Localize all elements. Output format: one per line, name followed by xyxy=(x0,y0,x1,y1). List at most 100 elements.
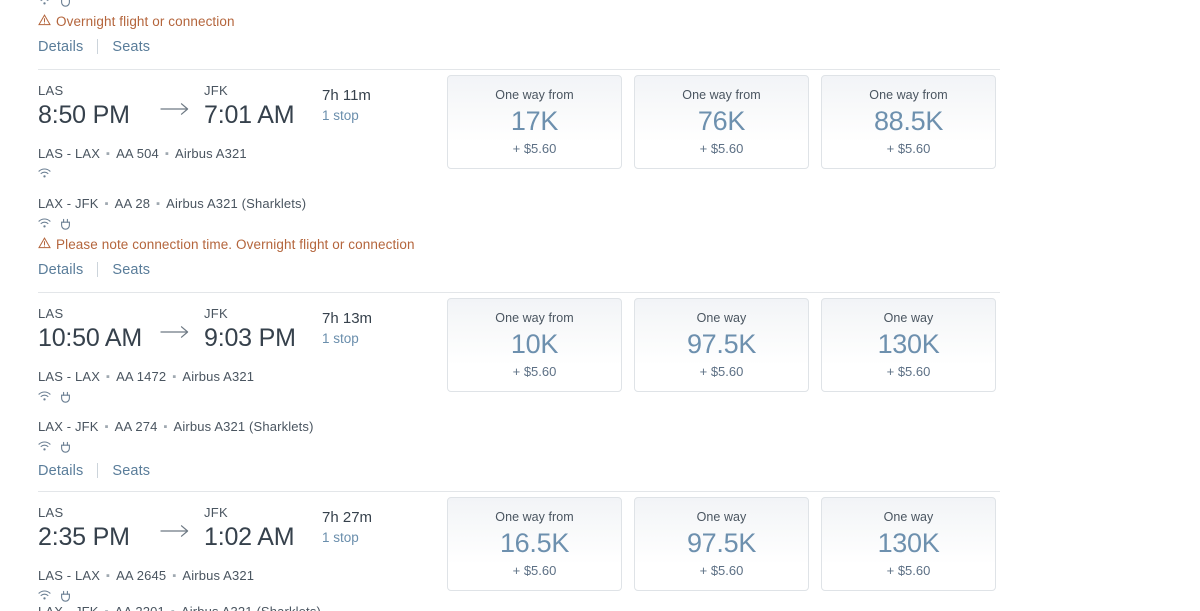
fare-card[interactable]: One way 130K + $5.60 xyxy=(821,298,996,392)
seats-link[interactable]: Seats xyxy=(112,262,150,278)
segment-flight-number: AA 504 xyxy=(116,146,159,161)
duration-info: 7h 27m 1 stop xyxy=(322,504,442,547)
power-outlet-icon xyxy=(60,441,71,453)
overnight-warning-top: Overnight flight or connection xyxy=(0,10,1010,32)
stops-count[interactable]: 1 stop xyxy=(322,528,442,547)
link-divider xyxy=(97,463,99,478)
fare-fee: + $5.60 xyxy=(512,562,557,578)
segment-route: LAX - JFK xyxy=(38,196,99,211)
stops-count[interactable]: 1 stop xyxy=(322,329,442,348)
fare-card[interactable]: One way 97.5K + $5.60 xyxy=(634,298,809,392)
departure-airport-code: LAS xyxy=(38,505,64,520)
fare-fee: + $5.60 xyxy=(699,140,744,156)
fare-card[interactable]: One way from 17K + $5.60 xyxy=(447,75,622,169)
fare-amount: 97.5K xyxy=(686,527,757,558)
flight-option: LAS 8:50 PM JFK 7:01 AM 7h 11m 1 stop On… xyxy=(0,70,1010,293)
fare-card[interactable]: One way from 16.5K + $5.60 xyxy=(447,497,622,591)
flight-duration: 7h 11m xyxy=(322,87,371,104)
partial-amenities-row-top xyxy=(0,0,1010,10)
duration-info: 7h 11m 1 stop xyxy=(322,82,442,125)
amenity-row xyxy=(0,0,71,10)
fare-label: One way from xyxy=(495,509,574,524)
fare-fee: + $5.60 xyxy=(699,562,744,578)
wifi-icon xyxy=(38,441,51,452)
separator-dot: ▪ xyxy=(156,197,161,210)
arrival-airport-code: JFK xyxy=(204,505,229,520)
separator-dot: ▪ xyxy=(164,147,169,160)
separator-dot: ▪ xyxy=(163,420,168,433)
details-link[interactable]: Details xyxy=(38,262,83,278)
warning-triangle-icon xyxy=(38,236,51,252)
itinerary-row: LAS 8:50 PM JFK 7:01 AM 7h 11m 1 stop On… xyxy=(0,70,1010,169)
fare-card[interactable]: One way from 76K + $5.60 xyxy=(634,75,809,169)
departure-airport-code: LAS xyxy=(38,306,64,321)
arrival-info: JFK 7:01 AM xyxy=(204,82,322,131)
fare-card-group: One way from 17K + $5.60 One way from 76… xyxy=(447,75,996,169)
warning-text: Please note connection time. Overnight f… xyxy=(56,236,415,252)
fare-amount: 16.5K xyxy=(499,527,570,558)
segment-aircraft: Airbus A321 xyxy=(182,369,255,384)
wifi-icon xyxy=(38,168,51,179)
departure-info: LAS 8:50 PM xyxy=(38,82,146,131)
flight-actions-top: Details Seats xyxy=(0,34,1010,59)
arrow-right-icon xyxy=(146,82,204,116)
segment-route: LAS - LAX xyxy=(38,369,101,384)
stops-count[interactable]: 1 stop xyxy=(322,106,442,125)
fare-amount: 130K xyxy=(877,527,940,558)
departure-airport-code: LAS xyxy=(38,83,64,98)
fare-amount: 88.5K xyxy=(873,105,944,136)
separator-dot: ▪ xyxy=(106,569,111,582)
fare-label: One way from xyxy=(682,87,761,102)
separator-dot: ▪ xyxy=(105,606,109,611)
power-outlet-icon xyxy=(60,0,71,7)
flight-results-page: Overnight flight or connection Details S… xyxy=(0,0,1200,611)
fare-amount: 17K xyxy=(510,105,559,136)
fare-label: One way xyxy=(696,509,747,524)
details-link[interactable]: Details xyxy=(38,39,83,55)
segment-route: LAX - JFK xyxy=(38,605,99,611)
fare-card[interactable]: One way from 88.5K + $5.60 xyxy=(821,75,996,169)
separator-dot: ▪ xyxy=(171,606,175,611)
segment-aircraft: Airbus A321 xyxy=(182,568,255,583)
separator-dot: ▪ xyxy=(104,197,109,210)
segment-flight-number: AA 1472 xyxy=(116,369,167,384)
segment-aircraft: Airbus A321 (Sharklets) xyxy=(173,419,314,434)
details-link[interactable]: Details xyxy=(38,463,83,479)
seats-link[interactable]: Seats xyxy=(112,463,150,479)
fare-fee: + $5.60 xyxy=(886,562,931,578)
segment-route: LAX - JFK xyxy=(38,419,99,434)
fare-card[interactable]: One way from 10K + $5.60 xyxy=(447,298,622,392)
power-outlet-icon xyxy=(60,391,71,403)
arrival-info: JFK 1:02 AM xyxy=(204,504,322,553)
fare-card-group: One way from 10K + $5.60 One way 97.5K +… xyxy=(447,298,996,392)
amenity-row xyxy=(0,214,1010,233)
fare-fee: + $5.60 xyxy=(512,363,557,379)
departure-info: LAS 2:35 PM xyxy=(38,504,146,553)
arrival-time: 1:02 AM xyxy=(204,523,295,551)
flight-actions: Details Seats xyxy=(0,257,1010,282)
flight-actions: Details Seats xyxy=(0,458,1010,483)
fare-amount: 130K xyxy=(877,328,940,359)
segment-flight-number: AA 2201 xyxy=(115,605,165,611)
separator-dot: ▪ xyxy=(172,569,177,582)
flight-option: LAS 10:50 AM JFK 9:03 PM 7h 13m 1 stop O… xyxy=(0,293,1010,492)
itinerary-row: LAS 2:35 PM JFK 1:02 AM 7h 27m 1 stop On… xyxy=(0,492,1010,591)
segment-detail: LAX - JFK ▪ AA 2201 ▪ Airbus A321 (Shark… xyxy=(0,605,321,611)
fare-amount: 97.5K xyxy=(686,328,757,359)
fare-card[interactable]: One way 97.5K + $5.60 xyxy=(634,497,809,591)
fare-card[interactable]: One way 130K + $5.60 xyxy=(821,497,996,591)
amenity-row xyxy=(0,437,1010,456)
fare-label: One way xyxy=(696,310,747,325)
fare-label: One way from xyxy=(495,87,574,102)
segment-flight-number: AA 274 xyxy=(114,419,158,434)
segment-detail: LAX - JFK ▪ AA 28 ▪ Airbus A321 (Sharkle… xyxy=(0,193,1010,214)
warning-triangle-icon xyxy=(38,13,51,29)
arrival-airport-code: JFK xyxy=(204,83,229,98)
flight-option: LAS 2:35 PM JFK 1:02 AM 7h 27m 1 stop On… xyxy=(0,492,1010,611)
segment-flight-number: AA 2645 xyxy=(116,568,167,583)
segment-aircraft: Airbus A321 xyxy=(175,146,247,161)
segment-detail: LAX - JFK ▪ AA 274 ▪ Airbus A321 (Sharkl… xyxy=(0,416,1010,437)
seats-link[interactable]: Seats xyxy=(112,39,150,55)
power-outlet-icon xyxy=(60,218,71,230)
fare-card-group: One way from 16.5K + $5.60 One way 97.5K… xyxy=(447,497,996,591)
